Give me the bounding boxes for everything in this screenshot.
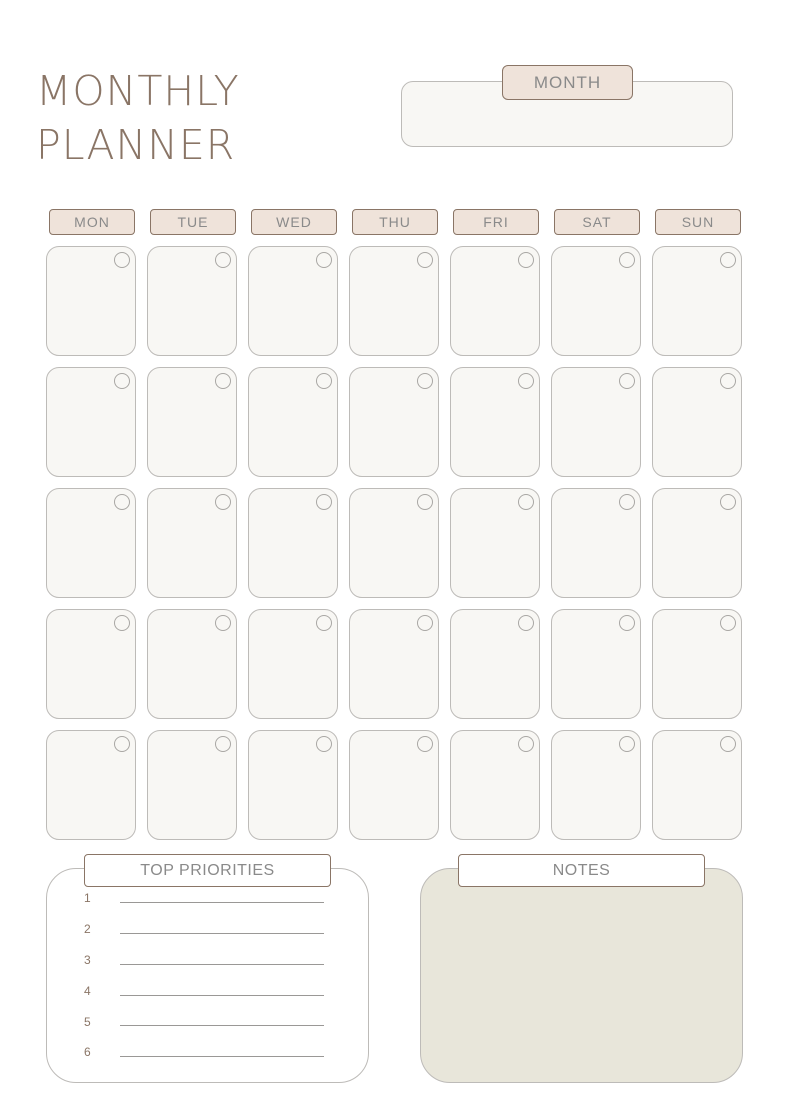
- date-circle-icon: [417, 615, 433, 631]
- weekday-label-mon: MON: [49, 209, 135, 235]
- day-cell-week5-fri[interactable]: [450, 730, 540, 840]
- day-cell-week5-sun[interactable]: [652, 730, 742, 840]
- priorities-heading: TOP PRIORITIES: [84, 854, 331, 887]
- priority-number: 2: [84, 922, 91, 936]
- date-circle-icon: [518, 494, 534, 510]
- day-cell-week3-sun[interactable]: [652, 488, 742, 598]
- date-circle-icon: [619, 736, 635, 752]
- day-cell-week5-thu[interactable]: [349, 730, 439, 840]
- date-circle-icon: [619, 373, 635, 389]
- date-circle-icon: [114, 373, 130, 389]
- day-cell-week1-mon[interactable]: [46, 246, 136, 356]
- date-circle-icon: [114, 494, 130, 510]
- priority-line-6[interactable]: [120, 1056, 324, 1057]
- weekday-label-sun: SUN: [655, 209, 741, 235]
- month-label: MONTH: [502, 65, 633, 100]
- weekday-label-tue: TUE: [150, 209, 236, 235]
- priority-line-4[interactable]: [120, 995, 324, 996]
- day-cell-week2-sat[interactable]: [551, 367, 641, 477]
- day-cell-week5-tue[interactable]: [147, 730, 237, 840]
- date-circle-icon: [114, 736, 130, 752]
- day-cell-week1-thu[interactable]: [349, 246, 439, 356]
- day-cell-week1-wed[interactable]: [248, 246, 338, 356]
- day-cell-week3-mon[interactable]: [46, 488, 136, 598]
- day-cell-week2-mon[interactable]: [46, 367, 136, 477]
- day-cell-week2-fri[interactable]: [450, 367, 540, 477]
- date-circle-icon: [114, 252, 130, 268]
- day-cell-week3-wed[interactable]: [248, 488, 338, 598]
- date-circle-icon: [215, 494, 231, 510]
- day-cell-week3-tue[interactable]: [147, 488, 237, 598]
- date-circle-icon: [619, 615, 635, 631]
- date-circle-icon: [215, 615, 231, 631]
- day-cell-week3-sat[interactable]: [551, 488, 641, 598]
- date-circle-icon: [720, 252, 736, 268]
- date-circle-icon: [417, 494, 433, 510]
- weekday-label-sat: SAT: [554, 209, 640, 235]
- priority-number: 4: [84, 984, 91, 998]
- title-line-1: MONTHLY: [36, 67, 240, 115]
- date-circle-icon: [518, 373, 534, 389]
- day-cell-week2-tue[interactable]: [147, 367, 237, 477]
- day-cell-week4-thu[interactable]: [349, 609, 439, 719]
- priority-line-5[interactable]: [120, 1025, 324, 1026]
- priority-number: 6: [84, 1045, 91, 1059]
- day-cell-week4-fri[interactable]: [450, 609, 540, 719]
- weekday-label-wed: WED: [251, 209, 337, 235]
- date-circle-icon: [518, 615, 534, 631]
- date-circle-icon: [619, 252, 635, 268]
- date-circle-icon: [720, 736, 736, 752]
- priority-line-1[interactable]: [120, 902, 324, 903]
- day-cell-week5-mon[interactable]: [46, 730, 136, 840]
- date-circle-icon: [619, 494, 635, 510]
- priority-line-3[interactable]: [120, 964, 324, 965]
- date-circle-icon: [316, 494, 332, 510]
- day-cell-week1-fri[interactable]: [450, 246, 540, 356]
- date-circle-icon: [215, 252, 231, 268]
- day-cell-week2-sun[interactable]: [652, 367, 742, 477]
- day-cell-week3-fri[interactable]: [450, 488, 540, 598]
- weekday-label-fri: FRI: [453, 209, 539, 235]
- date-circle-icon: [417, 373, 433, 389]
- day-cell-week4-wed[interactable]: [248, 609, 338, 719]
- day-cell-week1-sat[interactable]: [551, 246, 641, 356]
- day-cell-week4-sat[interactable]: [551, 609, 641, 719]
- date-circle-icon: [114, 615, 130, 631]
- day-cell-week2-wed[interactable]: [248, 367, 338, 477]
- day-cell-week4-tue[interactable]: [147, 609, 237, 719]
- date-circle-icon: [316, 615, 332, 631]
- day-cell-week1-tue[interactable]: [147, 246, 237, 356]
- day-cell-week2-thu[interactable]: [349, 367, 439, 477]
- date-circle-icon: [518, 252, 534, 268]
- notes-panel[interactable]: [420, 868, 743, 1083]
- date-circle-icon: [720, 494, 736, 510]
- date-circle-icon: [215, 736, 231, 752]
- date-circle-icon: [316, 373, 332, 389]
- date-circle-icon: [417, 252, 433, 268]
- priority-number: 3: [84, 953, 91, 967]
- weekday-label-thu: THU: [352, 209, 438, 235]
- date-circle-icon: [720, 615, 736, 631]
- date-circle-icon: [720, 373, 736, 389]
- priority-number: 5: [84, 1015, 91, 1029]
- day-cell-week5-wed[interactable]: [248, 730, 338, 840]
- date-circle-icon: [316, 736, 332, 752]
- date-circle-icon: [417, 736, 433, 752]
- day-cell-week5-sat[interactable]: [551, 730, 641, 840]
- day-cell-week3-thu[interactable]: [349, 488, 439, 598]
- date-circle-icon: [518, 736, 534, 752]
- priority-number: 1: [84, 891, 91, 905]
- notes-heading: NOTES: [458, 854, 705, 887]
- date-circle-icon: [316, 252, 332, 268]
- date-circle-icon: [215, 373, 231, 389]
- priority-line-2[interactable]: [120, 933, 324, 934]
- page-title: MONTHLY PLANNER: [36, 64, 240, 172]
- day-cell-week4-mon[interactable]: [46, 609, 136, 719]
- day-cell-week4-sun[interactable]: [652, 609, 742, 719]
- title-line-2: PLANNER: [36, 121, 236, 169]
- day-cell-week1-sun[interactable]: [652, 246, 742, 356]
